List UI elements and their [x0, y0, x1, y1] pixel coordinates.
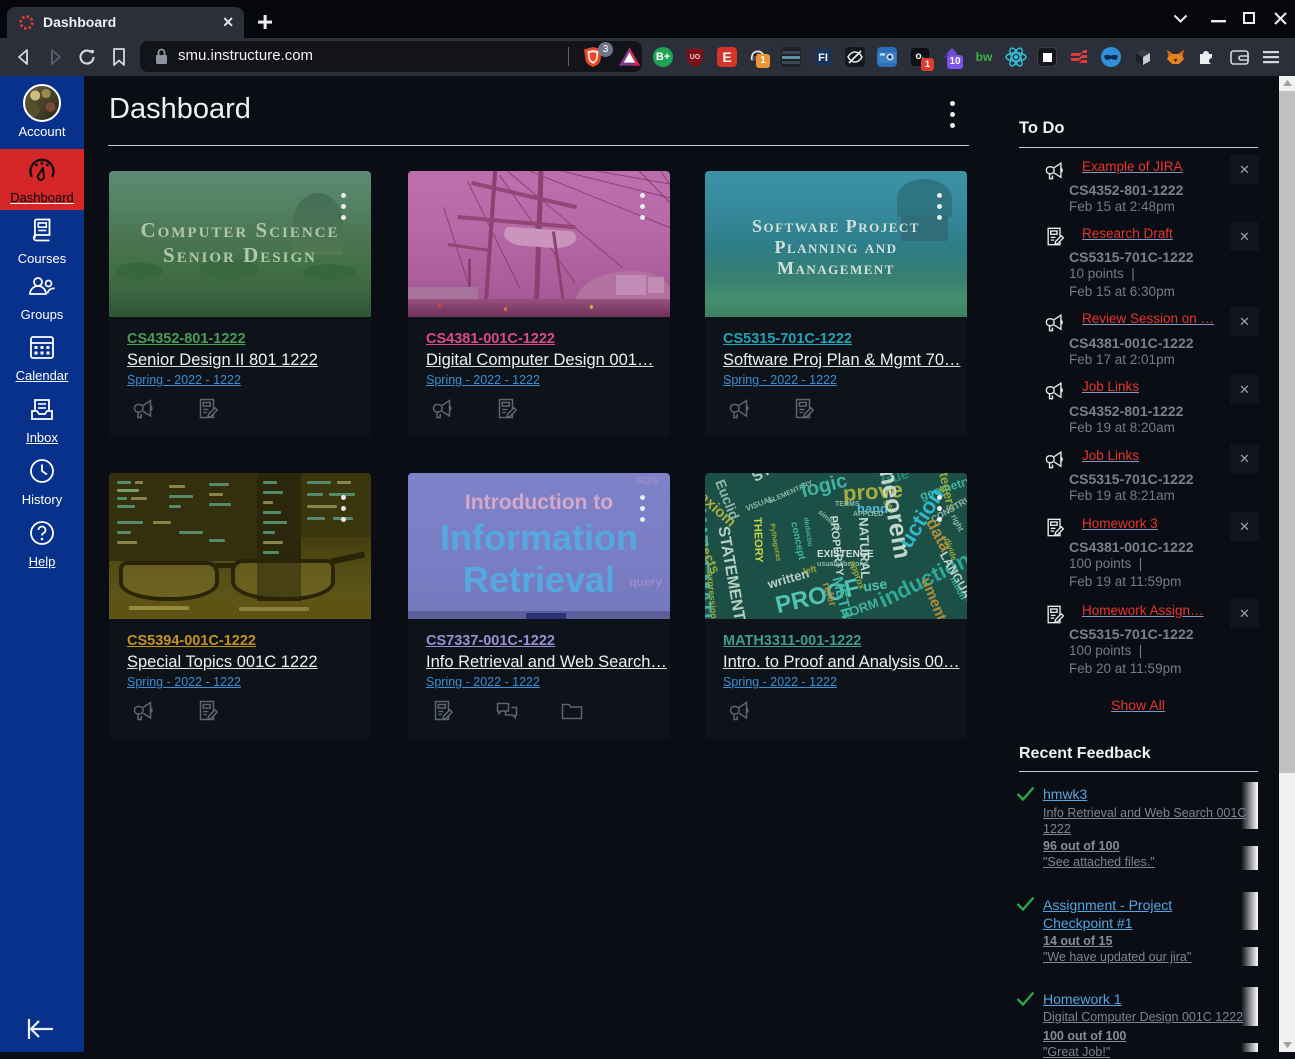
- svg-text:FI: FI: [818, 52, 828, 64]
- svg-text:UO: UO: [690, 54, 701, 61]
